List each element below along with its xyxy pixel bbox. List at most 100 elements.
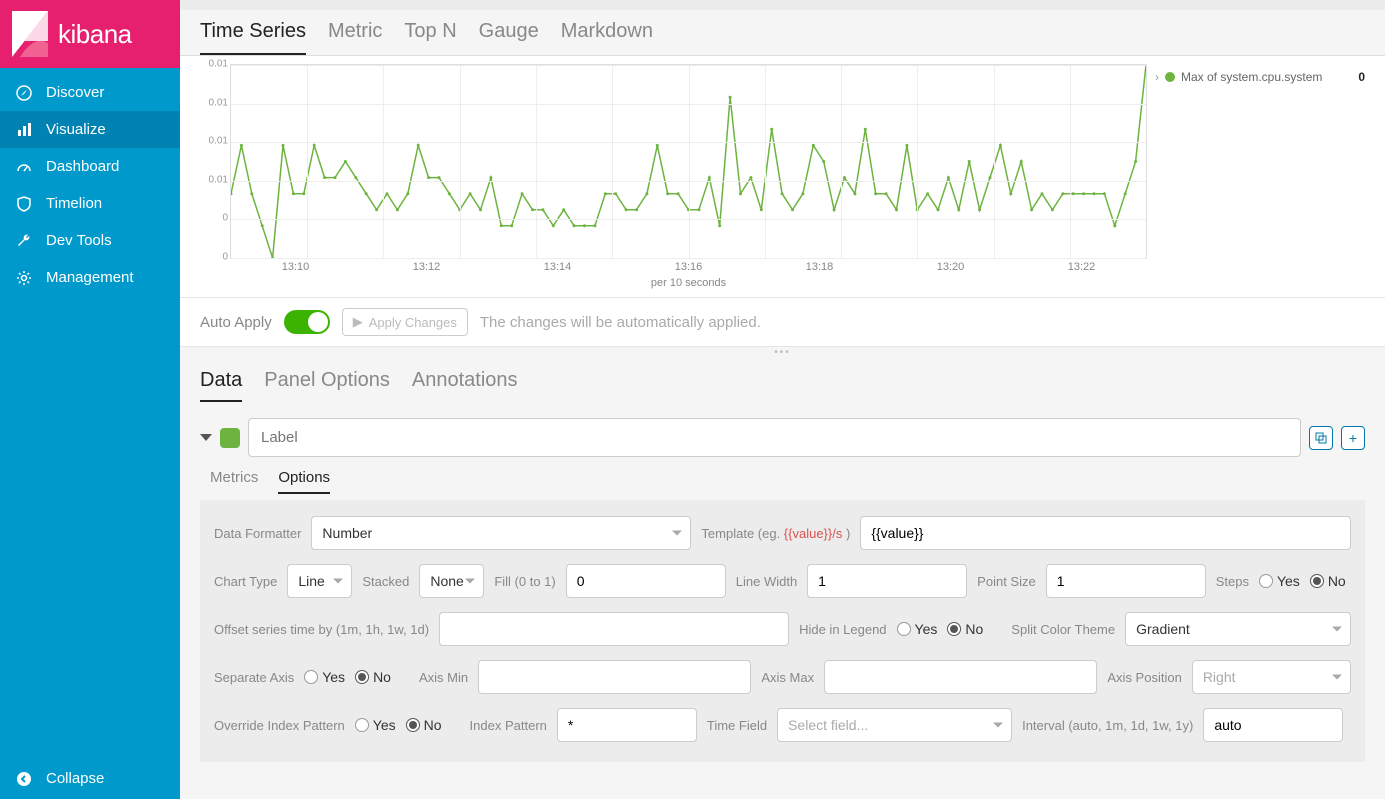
index-pattern-input[interactable]	[557, 708, 697, 742]
sidebar-item-label: Management	[46, 269, 134, 286]
chevron-left-icon	[16, 771, 32, 787]
offset-label: Offset series time by (1m, 1h, 1w, 1d)	[214, 622, 429, 637]
auto-apply-label: Auto Apply	[200, 314, 272, 331]
legend-color-dot	[1165, 72, 1175, 82]
offset-input[interactable]	[439, 612, 789, 646]
steps-label: Steps	[1216, 574, 1249, 589]
legend-series-value: 0	[1358, 70, 1365, 84]
split-color-label: Split Color Theme	[1011, 622, 1115, 637]
bar-chart-icon	[16, 122, 32, 138]
subtab-metrics[interactable]: Metrics	[210, 469, 258, 494]
axis-max-label: Axis Max	[761, 670, 814, 685]
stacked-label: Stacked	[362, 574, 409, 589]
axis-position-select[interactable]: Right	[1192, 660, 1351, 694]
steps-no-radio[interactable]: No	[1310, 573, 1346, 589]
chart: 000.010.010.010.01 per 10 seconds 13:101…	[200, 64, 1147, 293]
sidebar-item-timelion[interactable]: Timelion	[0, 185, 180, 222]
sidebar-item-label: Discover	[46, 84, 104, 101]
tab-annotations[interactable]: Annotations	[412, 369, 518, 402]
plus-icon: +	[1349, 430, 1357, 446]
series-header: +	[180, 402, 1385, 465]
sidebar-item-label: Visualize	[46, 121, 106, 138]
hide-legend-yes-radio[interactable]: Yes	[897, 621, 938, 637]
series-collapse-toggle[interactable]	[200, 434, 212, 441]
override-index-yes-radio[interactable]: Yes	[355, 717, 396, 733]
play-icon: ▶	[353, 314, 363, 330]
chart-area: 000.010.010.010.01 per 10 seconds 13:101…	[180, 56, 1385, 297]
sidebar-item-label: Dev Tools	[46, 232, 112, 249]
brand[interactable]: kibana	[0, 0, 180, 68]
series-color-swatch[interactable]	[220, 428, 240, 448]
line-width-input[interactable]	[807, 564, 967, 598]
config-tabs: Data Panel Options Annotations	[180, 355, 1385, 402]
sidebar-item-discover[interactable]: Discover	[0, 74, 180, 111]
auto-apply-row: Auto Apply ▶ Apply Changes The changes w…	[180, 297, 1385, 347]
auto-apply-hint: The changes will be automatically applie…	[480, 314, 761, 331]
auto-apply-toggle[interactable]	[284, 310, 330, 334]
axis-max-input[interactable]	[824, 660, 1097, 694]
tab-time-series[interactable]: Time Series	[200, 20, 306, 55]
kibana-logo-icon	[12, 11, 48, 57]
tab-gauge[interactable]: Gauge	[479, 20, 539, 55]
time-field-select[interactable]: Select field...	[777, 708, 1012, 742]
sidebar-item-management[interactable]: Management	[0, 259, 180, 296]
time-field-label: Time Field	[707, 718, 767, 733]
axis-min-input[interactable]	[478, 660, 751, 694]
sidebar-item-devtools[interactable]: Dev Tools	[0, 222, 180, 259]
stacked-select[interactable]: None	[419, 564, 484, 598]
separate-axis-yes-radio[interactable]: Yes	[304, 669, 345, 685]
gauge-icon	[16, 159, 32, 175]
data-formatter-select[interactable]: Number	[311, 516, 691, 550]
chart-legend: › Max of system.cpu.system 0	[1155, 64, 1365, 293]
chart-plot[interactable]	[230, 64, 1147, 259]
clone-series-button[interactable]	[1309, 426, 1333, 450]
index-pattern-label: Index Pattern	[470, 718, 547, 733]
sidebar-item-visualize[interactable]: Visualize	[0, 111, 180, 148]
tab-panel-options[interactable]: Panel Options	[264, 369, 390, 402]
add-series-button[interactable]: +	[1341, 426, 1365, 450]
resize-handle[interactable]: •••	[180, 347, 1385, 355]
topbar	[180, 0, 1385, 10]
sidebar-item-label: Timelion	[46, 195, 102, 212]
compass-icon	[16, 85, 32, 101]
point-size-input[interactable]	[1046, 564, 1206, 598]
series-label-input[interactable]	[248, 418, 1301, 457]
series-sub-tabs: Metrics Options	[180, 465, 1385, 494]
tab-top-n[interactable]: Top N	[404, 20, 456, 55]
legend-series-name: Max of system.cpu.system	[1181, 70, 1322, 84]
vis-type-tabs: Time Series Metric Top N Gauge Markdown	[180, 10, 1385, 56]
axis-position-label: Axis Position	[1107, 670, 1181, 685]
collapse-button[interactable]: Collapse	[0, 758, 180, 799]
chart-x-axis: per 10 seconds 13:1013:1213:1413:1613:18…	[230, 259, 1147, 293]
split-color-select[interactable]: Gradient	[1125, 612, 1351, 646]
hide-legend-no-radio[interactable]: No	[947, 621, 983, 637]
gear-icon	[16, 270, 32, 286]
collapse-label: Collapse	[46, 770, 104, 787]
axis-min-label: Axis Min	[419, 670, 468, 685]
main: Time Series Metric Top N Gauge Markdown …	[180, 0, 1385, 799]
nav: Discover Visualize Dashboard Timelion De…	[0, 68, 180, 758]
legend-item[interactable]: › Max of system.cpu.system 0	[1155, 70, 1365, 84]
tab-metric[interactable]: Metric	[328, 20, 382, 55]
tab-markdown[interactable]: Markdown	[561, 20, 653, 55]
template-input[interactable]	[860, 516, 1351, 550]
override-index-label: Override Index Pattern	[214, 718, 345, 733]
apply-changes-button[interactable]: ▶ Apply Changes	[342, 308, 468, 336]
data-formatter-label: Data Formatter	[214, 526, 301, 541]
sidebar-item-dashboard[interactable]: Dashboard	[0, 148, 180, 185]
subtab-options[interactable]: Options	[278, 469, 330, 494]
line-width-label: Line Width	[736, 574, 797, 589]
fill-input[interactable]	[566, 564, 726, 598]
separate-axis-no-radio[interactable]: No	[355, 669, 391, 685]
override-index-no-radio[interactable]: No	[406, 717, 442, 733]
interval-input[interactable]	[1203, 708, 1343, 742]
steps-yes-radio[interactable]: Yes	[1259, 573, 1300, 589]
chart-y-axis: 000.010.010.010.01	[200, 64, 230, 273]
chart-type-select[interactable]: Line	[287, 564, 352, 598]
fill-label: Fill (0 to 1)	[494, 574, 555, 589]
separate-axis-label: Separate Axis	[214, 670, 294, 685]
wrench-icon	[16, 233, 32, 249]
chart-x-label: per 10 seconds	[651, 277, 726, 289]
hide-legend-label: Hide in Legend	[799, 622, 886, 637]
tab-data[interactable]: Data	[200, 369, 242, 402]
